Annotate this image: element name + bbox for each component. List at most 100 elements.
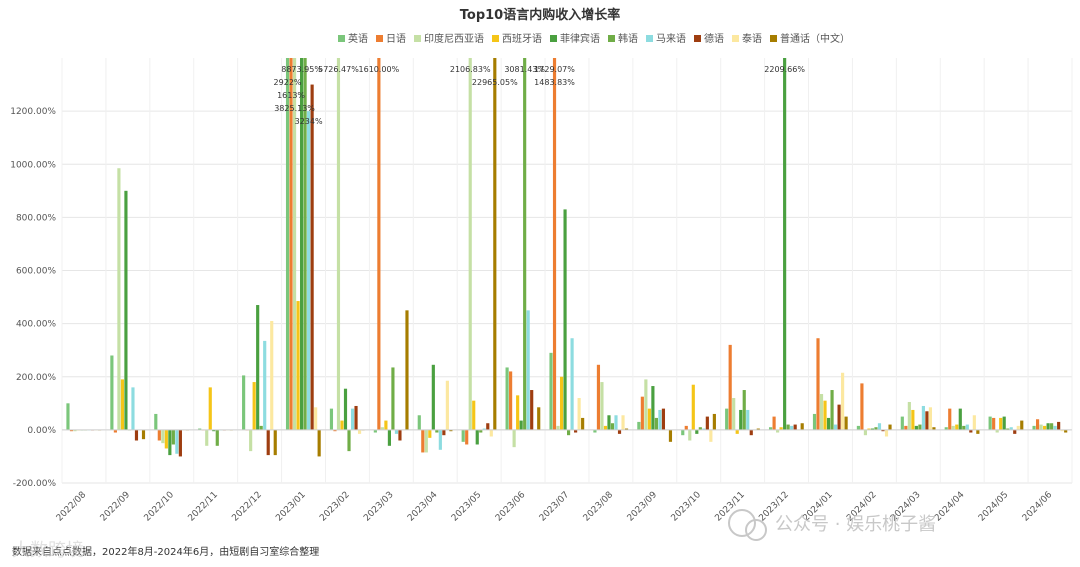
bar xyxy=(350,408,355,430)
bar xyxy=(256,305,260,430)
bar xyxy=(833,424,838,430)
bar xyxy=(658,409,662,430)
bar xyxy=(1046,423,1050,430)
x-tick-label: 2022/12 xyxy=(230,490,264,524)
bar xyxy=(988,416,992,430)
bar xyxy=(1020,420,1024,430)
bar xyxy=(644,379,648,430)
bar xyxy=(493,58,497,430)
bar xyxy=(289,58,293,430)
bar xyxy=(812,413,817,430)
bar xyxy=(317,429,321,457)
bar xyxy=(841,372,845,430)
wechat-icon xyxy=(728,509,756,537)
bar xyxy=(907,401,911,430)
x-tick-label: 2023/03 xyxy=(362,490,396,524)
bar xyxy=(263,340,267,430)
bar xyxy=(651,386,655,430)
bar xyxy=(581,417,585,430)
data-label: 1483.83% xyxy=(534,78,575,87)
bar xyxy=(684,425,688,430)
bar xyxy=(925,411,929,430)
bar xyxy=(603,425,608,430)
legend-swatch xyxy=(694,35,701,42)
data-label: 5726.47% xyxy=(318,65,359,74)
bar xyxy=(421,429,425,453)
bar xyxy=(823,400,827,430)
bar xyxy=(512,429,516,448)
data-labels: 8873.95%2922%1613%3825.13%3234%5726.47% 1… xyxy=(274,65,806,126)
legend-label: 西班牙语 xyxy=(502,33,542,45)
x-tick-label: 2023/04 xyxy=(406,490,440,524)
bar xyxy=(110,355,114,430)
bar xyxy=(739,409,743,430)
y-tick-label: 1200.00% xyxy=(10,107,56,117)
bar xyxy=(962,425,966,430)
bar xyxy=(830,390,834,430)
legend-swatch xyxy=(414,35,421,42)
bar xyxy=(292,58,297,430)
x-tick-label: 2024/04 xyxy=(933,490,967,524)
bar xyxy=(570,338,574,430)
bar xyxy=(273,429,277,456)
bars xyxy=(66,58,1068,457)
legend-swatch xyxy=(376,35,383,42)
bar xyxy=(918,424,922,430)
bar xyxy=(141,429,146,440)
data-label: 1610.00% xyxy=(359,65,400,74)
x-tick-label: 2023/02 xyxy=(318,490,352,524)
bar xyxy=(215,429,219,446)
bar xyxy=(120,379,125,430)
bar xyxy=(461,429,465,442)
y-tick-label: -200.00% xyxy=(13,479,57,489)
bar xyxy=(509,371,513,430)
bar xyxy=(563,209,567,430)
bar xyxy=(164,429,168,449)
bar xyxy=(712,413,716,430)
x-tick-label: 2023/08 xyxy=(582,490,616,524)
bar xyxy=(793,424,797,430)
bar xyxy=(600,382,604,430)
bar xyxy=(746,409,750,430)
bar xyxy=(489,429,493,437)
bar xyxy=(955,424,959,430)
bar xyxy=(424,429,428,453)
bar xyxy=(637,421,641,430)
y-tick-label: 800.00% xyxy=(16,213,56,223)
bar xyxy=(1002,416,1006,430)
bar xyxy=(844,416,848,430)
x-tick-label: 2023/01 xyxy=(274,490,308,524)
x-tick-label: 2022/08 xyxy=(55,490,89,524)
x-tick-label: 2023/05 xyxy=(450,490,484,524)
bar xyxy=(259,425,263,430)
legend-swatch xyxy=(338,35,345,42)
bar xyxy=(270,320,274,430)
bar xyxy=(307,111,311,430)
bar xyxy=(549,352,553,430)
bar xyxy=(336,58,341,430)
bar xyxy=(705,416,709,430)
grid xyxy=(61,58,1073,484)
x-tick-label: 2024/06 xyxy=(1021,490,1055,524)
bar xyxy=(826,417,831,430)
bar xyxy=(614,415,618,430)
bar xyxy=(343,388,348,430)
bar xyxy=(472,400,476,430)
y-tick-label: 0.00% xyxy=(27,426,56,436)
bar xyxy=(314,407,318,430)
bar xyxy=(681,429,685,436)
bar xyxy=(205,429,209,446)
y-tick-label: 1000.00% xyxy=(10,160,56,170)
bar xyxy=(976,429,980,434)
data-label: 22965.05% xyxy=(472,78,518,87)
bar xyxy=(340,420,344,430)
bar xyxy=(154,413,158,430)
bar xyxy=(391,367,395,430)
bar xyxy=(640,396,644,430)
bar xyxy=(860,383,864,430)
bar xyxy=(661,408,666,430)
bar xyxy=(610,423,615,430)
bar xyxy=(347,429,351,452)
bar xyxy=(709,429,713,442)
bar xyxy=(900,416,904,430)
